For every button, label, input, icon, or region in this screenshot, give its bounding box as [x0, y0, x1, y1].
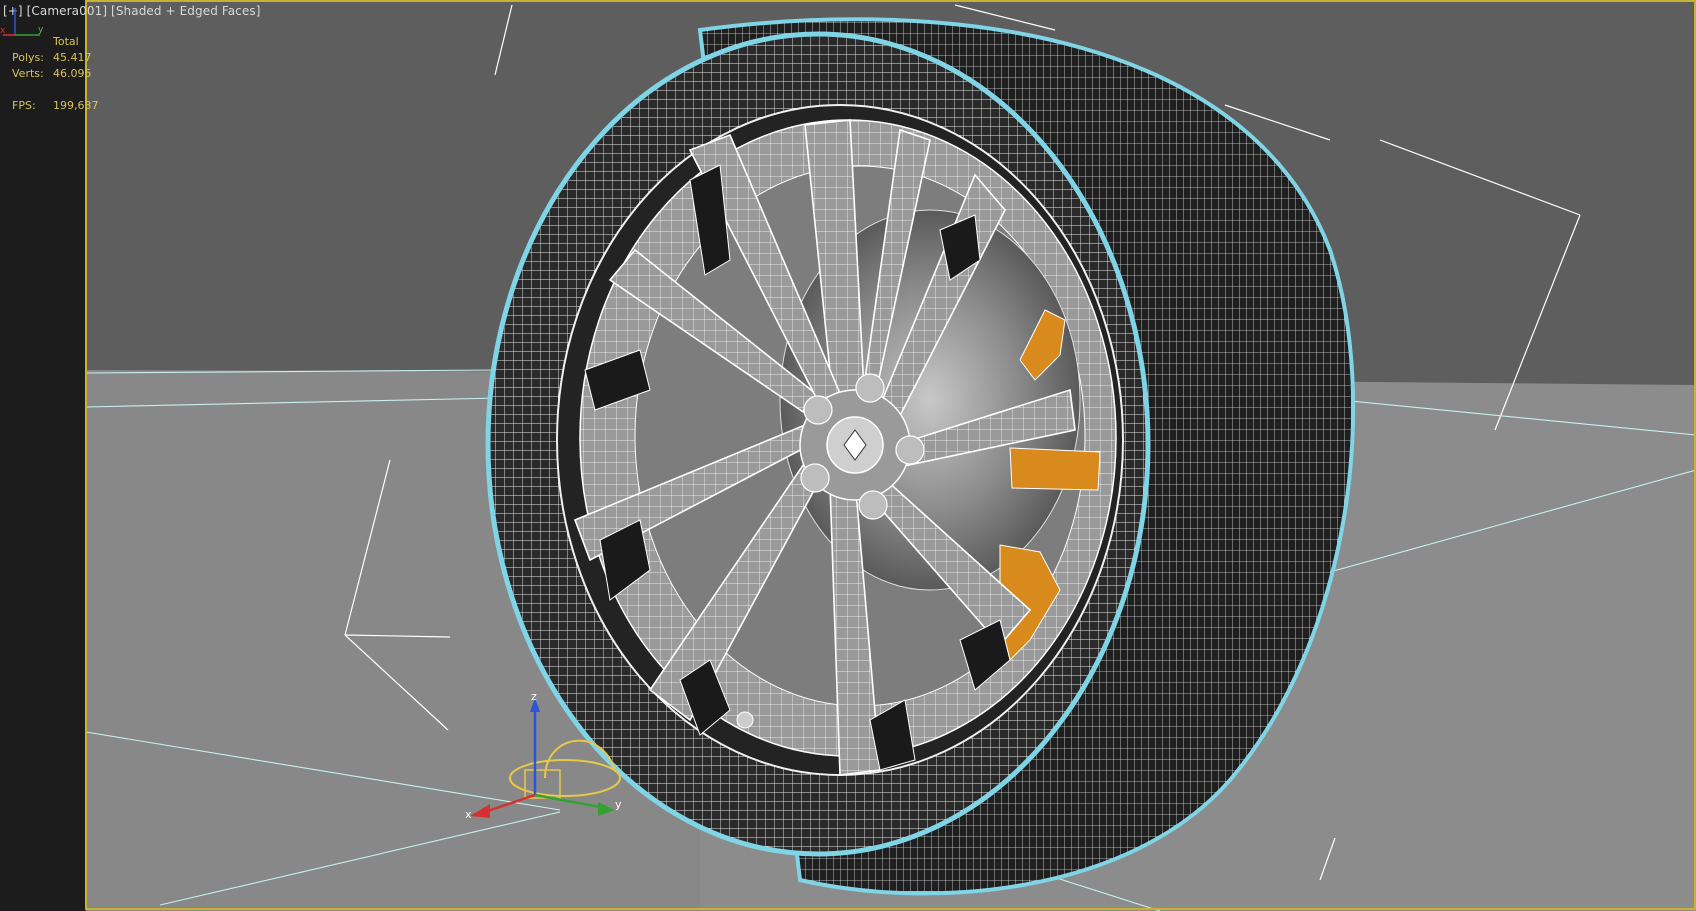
- verts-label: Verts:: [12, 67, 44, 80]
- stats-header: Total: [53, 35, 79, 48]
- fps-label: FPS:: [12, 99, 36, 112]
- viewport-shading-menu[interactable]: [Shaded + Edged Faces]: [111, 4, 260, 18]
- mini-axis-x-label: x: [0, 26, 6, 36]
- camera-viewport[interactable]: z x y [+] [Camera001] [Shaded + Edged Fa…: [0, 0, 1696, 911]
- gizmo-x-label: x: [465, 808, 472, 821]
- valve-stem: [736, 711, 754, 729]
- verts-value: 46.095: [53, 67, 92, 80]
- viewport-scene[interactable]: z x y: [0, 0, 1696, 911]
- gizmo-y-label: y: [615, 798, 622, 811]
- gizmo-z-label: z: [531, 690, 537, 703]
- polys-label: Polys:: [12, 51, 44, 64]
- world-axis-tripod: x y: [0, 8, 44, 36]
- mini-axis-y-label: y: [38, 25, 44, 35]
- fps-value: 199,637: [53, 99, 99, 112]
- polys-value: 45.417: [53, 51, 92, 64]
